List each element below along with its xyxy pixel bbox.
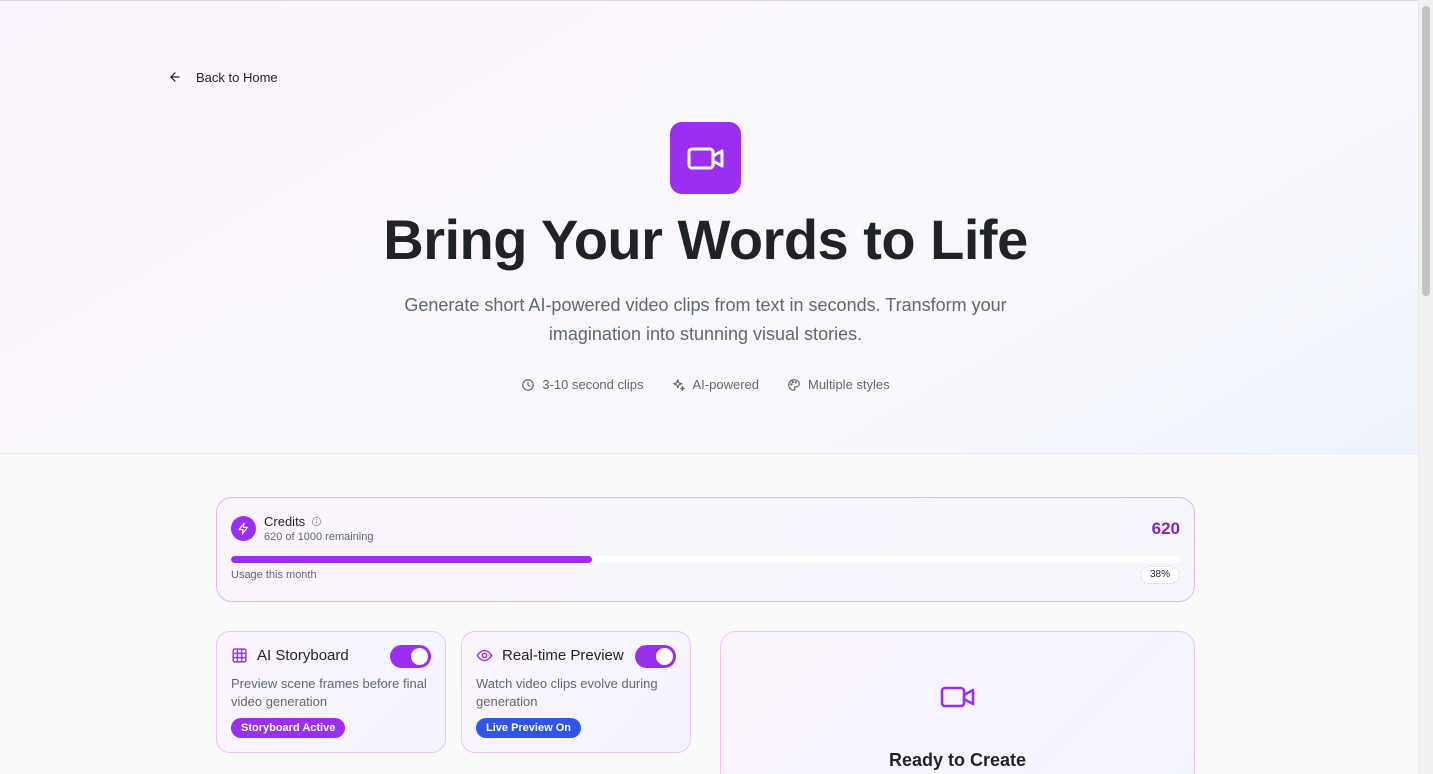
palette-icon (788, 378, 800, 391)
feature-list: 3-10 second clips AI-powered Multiple st… (0, 377, 1411, 392)
page-title: Bring Your Words to Life (383, 208, 1028, 271)
card-title: Real-time Preview (502, 647, 624, 664)
credits-title: Credits (264, 514, 322, 529)
card-description: Preview scene frames before final video … (231, 676, 427, 709)
realtime-preview-card: Real-time Preview Watch video clips evol… (461, 631, 691, 753)
usage-progress-fill (231, 556, 592, 563)
subtitle-line-2: imagination into stunning visual stories… (548, 324, 863, 344)
video-camera-icon (940, 686, 975, 708)
clock-icon (522, 378, 535, 391)
back-to-home-link[interactable]: Back to Home (168, 67, 278, 87)
status-badge: Storyboard Active (231, 718, 346, 738)
scrollbar-thumb[interactable] (1422, 6, 1430, 296)
info-icon[interactable] (311, 516, 322, 527)
lightning-icon (231, 516, 256, 541)
grid-icon (232, 648, 247, 663)
feature-styles: Multiple styles (787, 377, 890, 392)
sparkles-icon (672, 378, 685, 391)
credits-value: 620 (1151, 519, 1180, 538)
feature-label: AI-powered (692, 377, 759, 392)
subtitle-line-1: Generate short AI-powered video clips fr… (404, 295, 1007, 315)
card-header: Real-time Preview (476, 647, 624, 664)
page-scrollbar[interactable] (1418, 0, 1433, 774)
card-description: Watch video clips evolve during generati… (476, 676, 658, 709)
page-subtitle: Generate short AI-powered video clips fr… (370, 291, 1041, 349)
credits-remaining: 620 of 1000 remaining (264, 531, 374, 543)
feature-label: 3-10 second clips (542, 377, 644, 392)
hero-section: Back to Home Bring Your Words to Life Ge… (0, 1, 1418, 454)
feature-label: Multiple styles (808, 377, 890, 392)
feature-clip-length: 3-10 second clips (521, 377, 644, 392)
storyboard-toggle[interactable] (390, 645, 431, 668)
status-badge: Live Preview On (476, 718, 581, 738)
usage-progress-bar (231, 556, 1181, 563)
feature-ai-powered: AI-powered (672, 377, 759, 392)
card-header: AI Storyboard (231, 647, 349, 664)
create-title: Ready to Create (888, 750, 1027, 770)
arrow-left-icon (170, 72, 180, 82)
preview-toggle[interactable] (635, 645, 676, 668)
video-camera-icon (670, 122, 741, 194)
usage-percent-badge: 38% (1139, 566, 1180, 584)
eye-icon (476, 649, 493, 662)
card-title: AI Storyboard (257, 647, 349, 664)
ai-storyboard-card: AI Storyboard Preview scene frames befor… (216, 631, 446, 753)
usage-label: Usage this month (231, 569, 317, 581)
credits-title-label: Credits (264, 514, 306, 529)
back-to-home-label: Back to Home (196, 69, 278, 85)
credits-panel: Credits 620 of 1000 remaining 620 Usage … (216, 497, 1195, 602)
create-panel: Ready to Create (720, 631, 1195, 774)
